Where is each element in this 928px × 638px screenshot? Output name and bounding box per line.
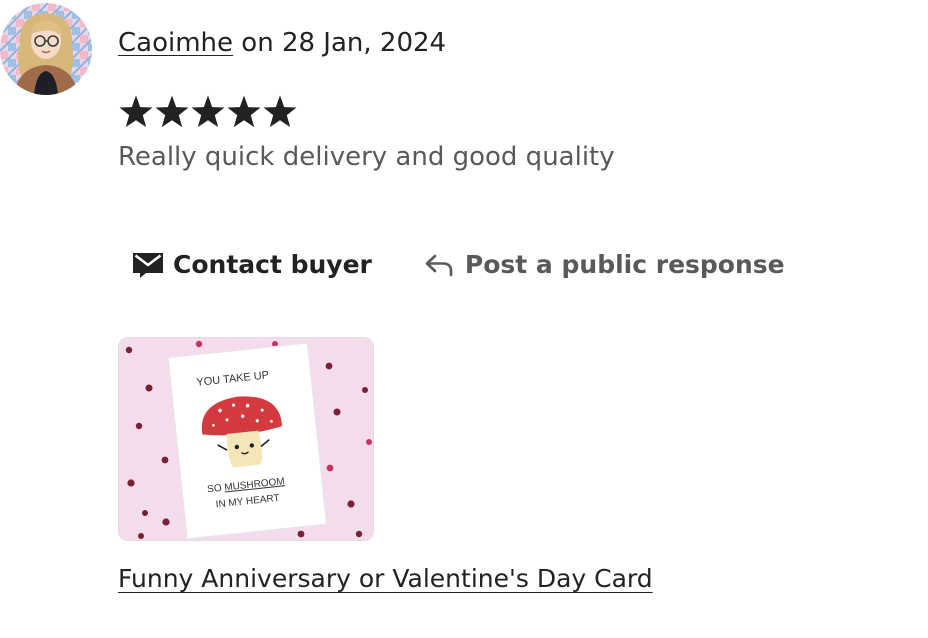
review-text: Really quick delivery and good quality [118, 142, 615, 172]
reviewer-name-link[interactable]: Caoimhe [118, 28, 233, 58]
star-icon [262, 94, 298, 134]
reviewer-avatar[interactable] [0, 3, 92, 95]
contact-buyer-button[interactable]: Contact buyer [118, 244, 372, 284]
envelope-icon [132, 249, 164, 279]
contact-buyer-label: Contact buyer [173, 249, 372, 279]
review-card: Caoimhe on 28 Jan, 2024 Really quick del… [0, 0, 928, 638]
card-text-line2-prefix: SO [207, 483, 225, 496]
review-date: on 28 Jan, 2024 [233, 28, 447, 58]
star-icon [154, 94, 190, 134]
star-rating [118, 94, 298, 134]
star-icon [226, 94, 262, 134]
product-title-link[interactable]: Funny Anniversary or Valentine's Day Car… [118, 562, 653, 596]
review-actions: Contact buyer Post a public response [118, 244, 785, 284]
review-header: Caoimhe on 28 Jan, 2024 [118, 26, 446, 60]
post-public-response-button[interactable]: Post a public response [424, 244, 785, 284]
post-public-response-label: Post a public response [464, 249, 785, 279]
star-icon [118, 94, 154, 134]
reply-arrow-icon [424, 251, 454, 277]
product-image: YOU TAKE UP SO MUSHROOM IN MY HEART [119, 338, 373, 540]
avatar-illustration [0, 3, 92, 95]
star-icon [190, 94, 226, 134]
product-thumbnail[interactable]: YOU TAKE UP SO MUSHROOM IN MY HEART [118, 337, 374, 541]
